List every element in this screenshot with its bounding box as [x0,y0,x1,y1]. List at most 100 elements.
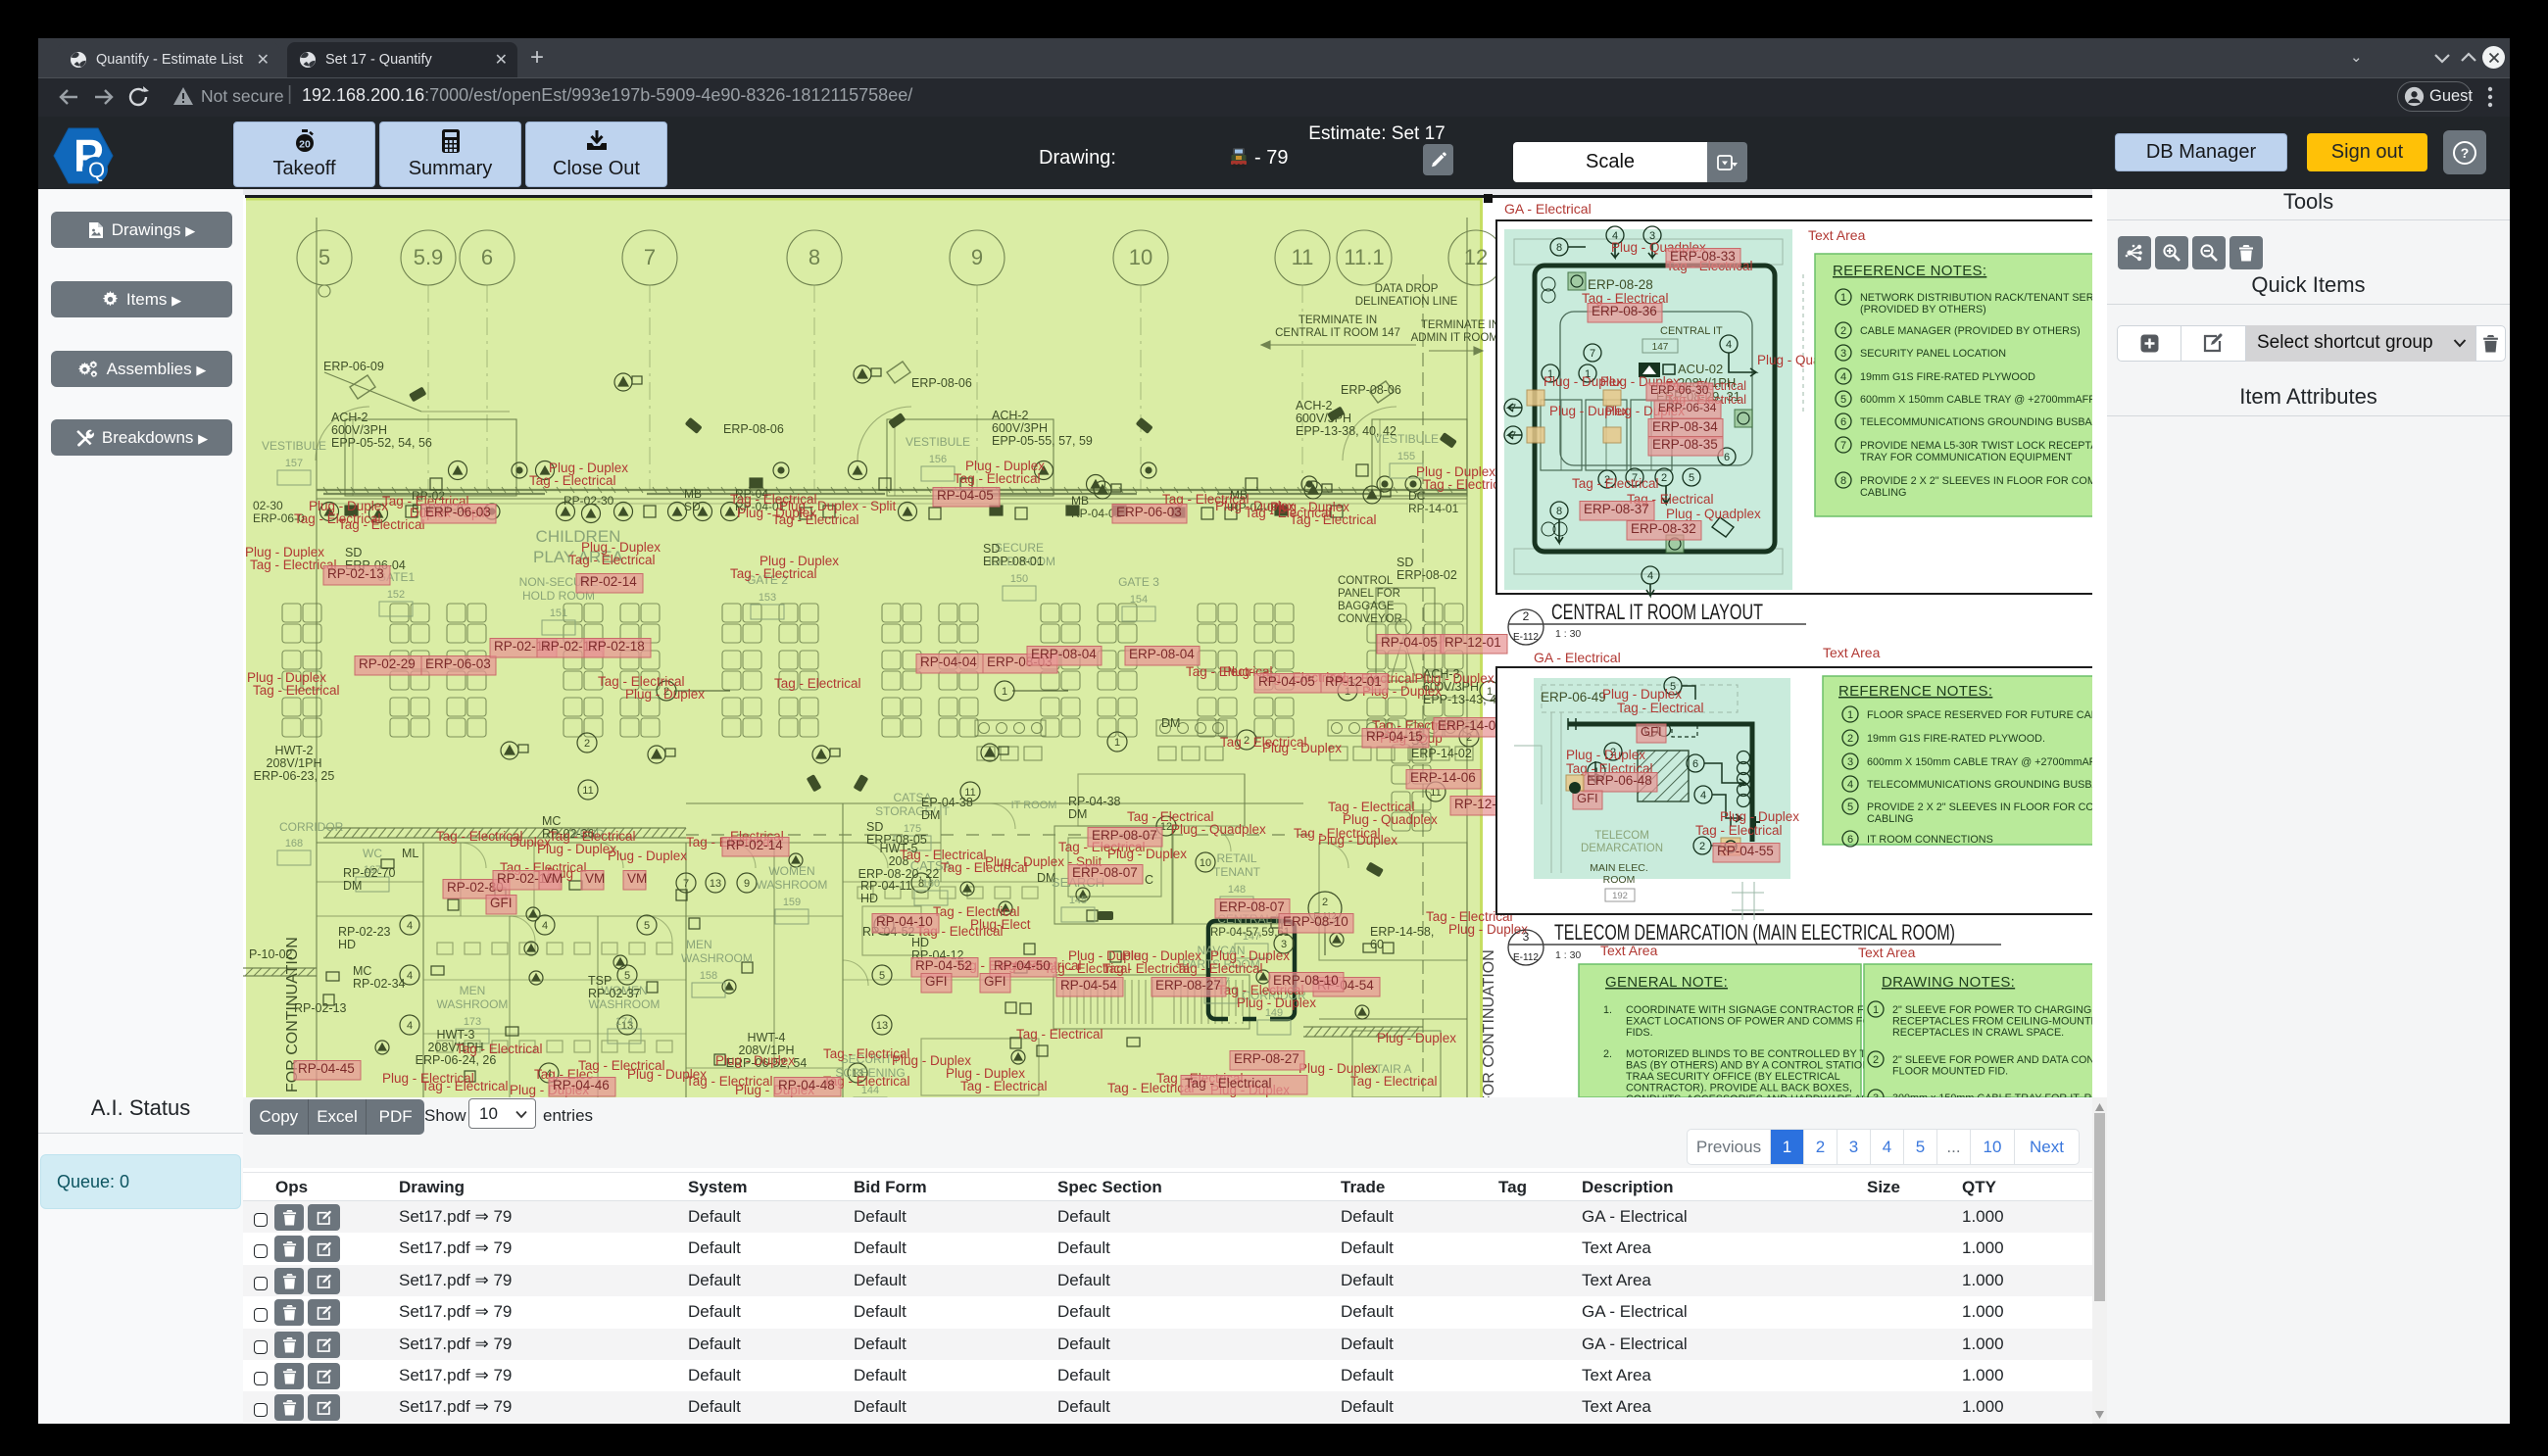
svg-text:GA - Electrical: GA - Electrical [1504,201,1592,217]
svg-text:TELECOMMUNICATIONS GROUNDING B: TELECOMMUNICATIONS GROUNDING BUSBAR [1860,416,2092,428]
svg-text:1: 1 [1114,737,1120,749]
svg-text:ERP-06-30: ERP-06-30 [1650,383,1709,397]
svg-text:158: 158 [700,970,717,982]
svg-text:Plug - Duplex: Plug - Duplex [1318,833,1397,848]
svg-text:Plug - Duplex: Plug - Duplex [1448,922,1528,937]
svg-text:GFI: GFI [984,974,1006,989]
svg-text:DM: DM [1037,871,1055,885]
svg-text:ERP-08-04: ERP-08-04 [1129,647,1195,661]
svg-text:192: 192 [1612,891,1628,901]
svg-text:VM: VM [585,871,605,886]
svg-text:BAS (BY OTHERS) AND BY A CONTR: BAS (BY OTHERS) AND BY A CONTROL STATION… [1626,1060,1884,1072]
svg-text:REFERENCE NOTES:: REFERENCE NOTES: [1838,683,1992,700]
svg-text:5: 5 [624,970,630,982]
svg-text:ERP-08-34: ERP-08-34 [1652,419,1718,434]
svg-text:Tag - Electrical: Tag - Electrical [568,553,656,567]
svg-text:20: 20 [299,139,311,151]
svg-text:2.: 2. [1603,1048,1612,1060]
svg-text:ERP-08-02: ERP-08-02 [1396,568,1457,582]
svg-text:SD: SD [983,542,1000,556]
svg-text:COORDINATE WITH SIGNAGE CONTRA: COORDINATE WITH SIGNAGE CONTRACTOR FOR [1626,1004,1880,1016]
svg-text:CONTRACTOR). PROVIDE ALL BACK: CONTRACTOR). PROVIDE ALL BACK BOXES, [1626,1083,1852,1094]
svg-text:8: 8 [1840,475,1846,487]
svg-text:RP-02-18: RP-02-18 [588,639,645,654]
svg-text:4: 4 [1647,570,1653,582]
svg-text:2: 2 [1523,609,1530,623]
svg-text:152: 152 [387,589,405,601]
svg-text:2: 2 [1840,325,1846,337]
svg-text:RP-04-45: RP-04-45 [298,1061,355,1076]
svg-text:GFI: GFI [925,974,948,989]
svg-text:60: 60 [1370,938,1384,951]
svg-text:DEMARCATION: DEMARCATION [1581,843,1663,854]
svg-text:Tag - Electrical: Tag - Electrical [774,676,861,691]
svg-text:Tag - Electrical: Tag - Electrical [1290,512,1377,527]
svg-text:ERP-06-03: ERP-06-03 [425,505,491,519]
svg-text:2: 2 [1661,472,1667,484]
svg-text:BAGGAGE: BAGGAGE [1338,601,1395,612]
svg-text:ERP-08-07: ERP-08-07 [1092,828,1157,843]
svg-text:5: 5 [879,970,885,982]
svg-text:TENANT: TENANT [1213,865,1261,879]
svg-text:WASHROOM: WASHROOM [681,951,753,965]
svg-text:5.9: 5.9 [414,245,444,269]
svg-text:Text Area: Text Area [1858,945,1916,960]
svg-text:2: 2 [1873,1054,1879,1066]
svg-text:HWT-4: HWT-4 [748,1031,786,1044]
svg-text:ROOM: ROOM [1603,874,1636,886]
svg-text:5: 5 [1847,801,1853,813]
svg-text:GENERAL NOTE:: GENERAL NOTE: [1605,974,1728,991]
svg-text:CABLING: CABLING [1860,487,1906,499]
svg-text:EXACT LOCATIONS OF POWER AND C: EXACT LOCATIONS OF POWER AND COMMS FOR A… [1626,1016,1899,1028]
svg-text:FIDS.: FIDS. [1626,1027,1653,1039]
svg-text:151: 151 [550,607,567,619]
svg-text:4: 4 [542,920,548,932]
svg-text:FLOOR MOUNTED FID.: FLOOR MOUNTED FID. [1892,1066,2008,1078]
svg-text:ERP-08-10: ERP-08-10 [1283,914,1348,929]
svg-text:GFI: GFI [1577,791,1598,805]
svg-text:13: 13 [876,1020,888,1032]
svg-text:PROVIDE 2 X 2" SLEEVES IN FLOO: PROVIDE 2 X 2" SLEEVES IN FLOOR FOR COMM… [1860,475,2092,487]
svg-text:4: 4 [1847,779,1853,791]
svg-text:WOMEN: WOMEN [768,864,814,878]
svg-text:RECEPTACLES FROM CEILING-MOUNT: RECEPTACLES FROM CEILING-MOUNTED [1892,1016,2092,1028]
svg-text:1: 1 [1002,686,1007,698]
svg-text:PANEL FOR: PANEL FOR [1338,588,1400,600]
svg-text:147: 147 [1652,342,1669,353]
svg-text:MEN: MEN [686,938,712,951]
svg-text:MC: MC [542,814,561,828]
svg-text:RP-02-13: RP-02-13 [327,566,384,581]
svg-text:MC: MC [353,964,371,978]
svg-text:ERP-14-02: ERP-14-02 [1411,747,1472,760]
svg-text:ERP-08-07: ERP-08-07 [1072,865,1138,880]
svg-text:RP-04-11: RP-04-11 [860,879,912,893]
svg-text:RP-02-37: RP-02-37 [588,987,641,1000]
svg-text:Tag - Electrical: Tag - Electrical [1350,1074,1438,1089]
svg-text:Tag - Electrical: Tag - Electrical [730,566,817,581]
svg-text:4: 4 [1700,790,1706,801]
svg-text:2" SLEEVE FOR POWER TO CHARGIN: 2" SLEEVE FOR POWER TO CHARGING TAB [1892,1004,2092,1016]
svg-text:5: 5 [318,245,330,269]
svg-text:ACH-2: ACH-2 [992,409,1029,422]
svg-text:CENTRAL IT ROOM LAYOUT: CENTRAL IT ROOM LAYOUT [1551,600,1763,624]
svg-text:Tag - Electrical: Tag - Electrical [456,1042,543,1056]
svg-text:173: 173 [464,1016,481,1028]
svg-text:153: 153 [759,592,776,604]
svg-text:7: 7 [683,878,689,890]
svg-text:1: 1 [1840,292,1846,304]
svg-text:Tag - Electrical: Tag - Electrical [772,512,859,527]
svg-text:Plug - Duplex: Plug - Duplex [1237,995,1316,1010]
svg-text:FOR CONTINUATION: FOR CONTINUATION [1481,949,1497,1097]
svg-text:ERP-06-09: ERP-06-09 [323,360,384,373]
svg-text:E-112: E-112 [1513,952,1539,963]
svg-text:8: 8 [808,245,820,269]
svg-text:ERP-08-33: ERP-08-33 [1670,249,1736,264]
svg-text:1 : 30: 1 : 30 [1555,949,1581,961]
svg-text:VESTIBULE: VESTIBULE [906,435,970,449]
svg-text:CONTROL: CONTROL [1338,575,1394,587]
svg-text:REFERENCE NOTES:: REFERENCE NOTES: [1833,263,1986,279]
svg-text:4: 4 [407,920,413,932]
svg-text:7: 7 [1590,348,1595,360]
svg-text:TELECOMMUNICATIONS GROUNDING B: TELECOMMUNICATIONS GROUNDING BUSBAR [1867,779,2092,791]
svg-text:DM: DM [1068,807,1087,821]
